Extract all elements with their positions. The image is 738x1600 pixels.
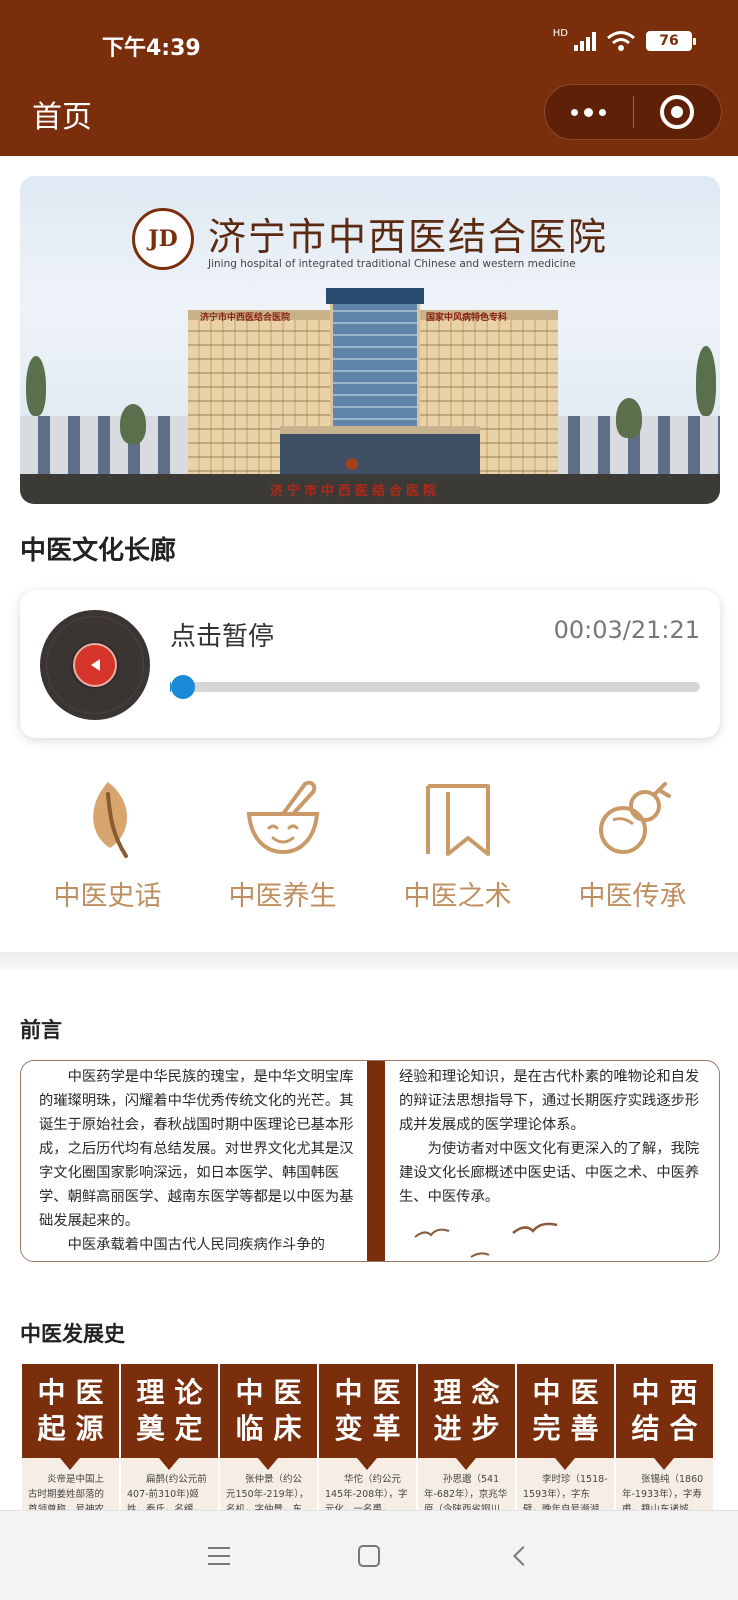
category-label: 中医之术: [403, 881, 512, 912]
history-timeline: 炎帝是中国上古时期姜姓部落的首领尊称，号神农 中医起源 扁鹊(约公元前407-前…: [20, 1364, 720, 1516]
category-technique[interactable]: 中医之术: [370, 776, 545, 926]
history-column[interactable]: 扁鹊(约公元前407-前310年)姬姓，秦氏，名缓，字越 理论奠定: [121, 1364, 218, 1516]
home-icon: [358, 1544, 380, 1567]
stone-inscription: 济宁市中西医结合医院: [270, 484, 441, 499]
menu-icon: [208, 1546, 230, 1565]
hospital-logo: JD: [132, 208, 194, 270]
history-heading: 中医 完善: [517, 1364, 614, 1458]
tree: [616, 398, 642, 438]
history-heading: 中西 结合: [616, 1364, 713, 1458]
preface-left-column: 中医药学是中华民族的瑰宝，是中华文明宝库的璀璨明珠，闪耀着中华优秀传统文化的光芒…: [21, 1061, 367, 1261]
audio-progress-bar[interactable]: [170, 675, 700, 699]
gallery-title: 中医文化长廊: [20, 536, 177, 566]
system-nav-bar: [0, 1510, 738, 1600]
banner-subtitle: Jining hospital of integrated traditiona…: [208, 258, 576, 270]
history-column[interactable]: 张仲景（约公元150年-219年），名机，字仲景，东 中医临床: [220, 1364, 317, 1516]
menu-button[interactable]: [204, 1541, 234, 1571]
preface-paragraph: 中医承载着中国古代人民同疾病作斗争的: [67, 1237, 325, 1253]
history-column[interactable]: 张锡纯（1860年-1933年），字寿甫，籍山东诸城，河北省 中西结合: [616, 1364, 713, 1516]
audio-time: 00:03/21:21: [553, 616, 700, 644]
section-divider: [0, 952, 738, 970]
leaf-icon: [92, 782, 128, 858]
signal-icon: [574, 31, 596, 51]
preface-card: 中医药学是中华民族的瑰宝，是中华文明宝库的璀璨明珠，闪耀着中华优秀传统文化的光芒…: [20, 1060, 720, 1262]
category-label: 中医史话: [53, 881, 162, 912]
history-heading: 中医 起源: [22, 1364, 119, 1458]
tree: [696, 346, 716, 416]
history-heading: 理论 奠定: [121, 1364, 218, 1458]
preface-divider: [367, 1061, 385, 1261]
mini-program-capsule: [544, 84, 722, 140]
page-title: 首页: [32, 100, 92, 135]
book-icon: [425, 784, 490, 856]
play-icon: [90, 659, 100, 671]
close-button[interactable]: [634, 85, 722, 139]
building-sign-left: 济宁市中西医结合医院: [200, 313, 291, 323]
building-sign-right: 国家中风病特色专科: [426, 313, 508, 323]
carousel-indicator: [346, 458, 358, 470]
preface-paragraph: 中医药学是中华民族的瑰宝，是中华文明宝库的璀璨明珠，闪耀着中华优秀传统文化的光芒…: [39, 1069, 354, 1229]
more-button[interactable]: [545, 85, 633, 139]
status-time: 下午4:39: [102, 36, 201, 61]
preface-paragraph: 为使访者对中医文化有更深入的了解，我院建设文化长廊概述中医史话、中医之术、中医养…: [399, 1141, 700, 1205]
history-title: 中医发展史: [20, 1322, 125, 1346]
category-label: 中医养生: [228, 881, 337, 912]
record-icon[interactable]: [40, 610, 150, 720]
history-heading: 中医 变革: [319, 1364, 416, 1458]
network-type: HD: [552, 27, 568, 39]
category-inheritance[interactable]: 中医传承: [545, 776, 720, 926]
birds-decoration: [414, 1222, 558, 1258]
category-grid: 中医史话 中医养生 中医之术 中医传承: [20, 776, 720, 926]
banner-title: 济宁市中西医结合医院: [208, 215, 609, 259]
audio-status[interactable]: 点击暂停: [170, 616, 274, 653]
home-button[interactable]: [354, 1541, 384, 1571]
tree: [120, 404, 146, 444]
mortar-icon: [246, 780, 319, 855]
hospital-banner[interactable]: 济宁市中西医结合医院 国家中风病特色专科 济宁市中西医结合医院 JD 济宁市中西…: [20, 176, 720, 504]
tree: [26, 356, 46, 416]
history-column[interactable]: 孙思邈（541年-682年），京兆华原（今陕西省铜川 理念进步: [418, 1364, 515, 1516]
preface-title: 前言: [20, 1018, 62, 1042]
audio-player: 点击暂停 00:03/21:21: [20, 590, 720, 738]
history-heading: 中医 临床: [220, 1364, 317, 1458]
battery-icon: 76: [646, 31, 696, 51]
target-icon: [660, 95, 695, 129]
category-history[interactable]: 中医史话: [20, 776, 195, 926]
history-heading: 理念 进步: [418, 1364, 515, 1458]
gourd-icon: [598, 782, 671, 854]
history-column[interactable]: 李时珍（1518-1593年），字东璧，晚年自号濒湖山人， 中医完善: [517, 1364, 614, 1516]
history-column[interactable]: 华佗（约公元145年-208年），字元化，一名旉， 中医变革: [319, 1364, 416, 1516]
audio-progress-knob[interactable]: [171, 675, 196, 699]
category-label: 中医传承: [578, 881, 687, 912]
top-bar: 下午4:39 HD 76 首页: [0, 0, 738, 156]
category-health[interactable]: 中医养生: [195, 776, 370, 926]
wifi-icon: [607, 31, 635, 51]
back-button[interactable]: [504, 1541, 534, 1571]
status-icons: HD 76: [552, 27, 696, 52]
preface-paragraph: 经验和理论知识，是在古代朴素的唯物论和自发的辩证法思想指导下，通过长期医疗实践逐…: [399, 1069, 700, 1133]
history-column[interactable]: 炎帝是中国上古时期姜姓部落的首领尊称，号神农 中医起源: [22, 1364, 119, 1516]
back-icon: [513, 1545, 533, 1566]
